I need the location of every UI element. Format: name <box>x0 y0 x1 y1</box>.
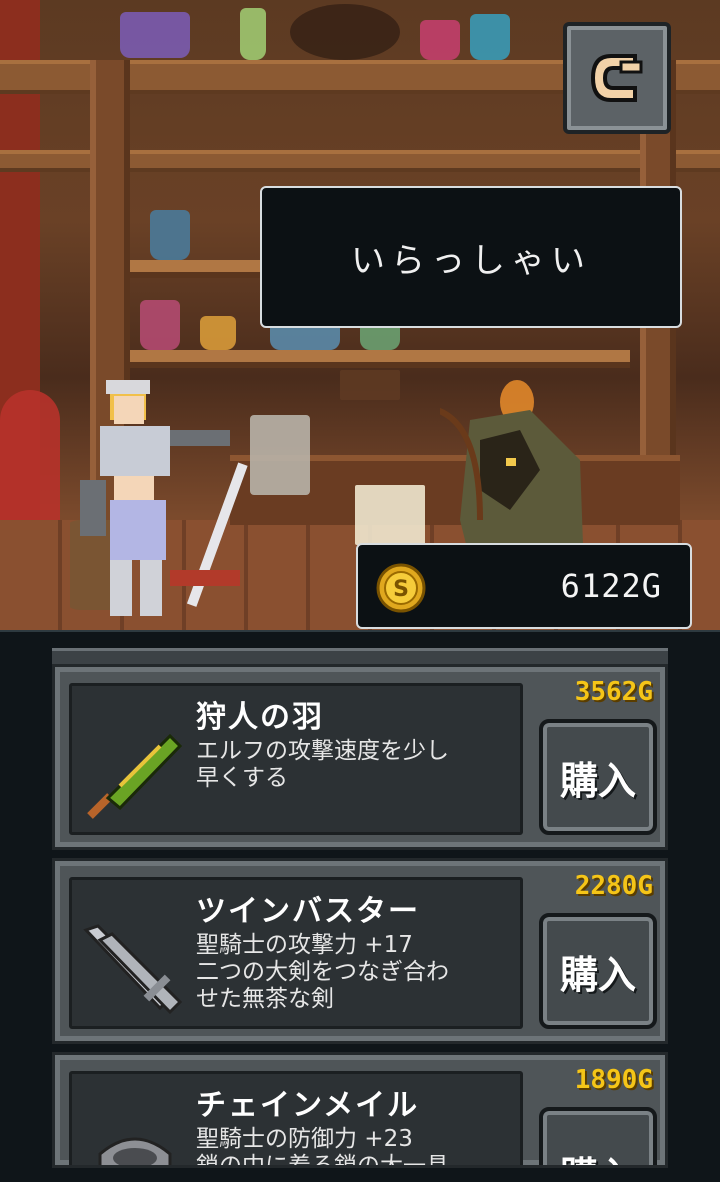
gold-coin-icon: S <box>376 563 426 613</box>
shelf <box>130 350 630 362</box>
item-desc-line: 聖騎士の防御力 +23 <box>196 1126 413 1152</box>
item-desc-line: 二つの大剣をつなぎ合わ <box>196 959 449 985</box>
buy-button[interactable]: 購入 <box>539 913 657 1029</box>
item-desc-line: 早くする <box>196 765 288 791</box>
list-frame-top <box>52 648 668 665</box>
shop-scene: いらっしゃい S 6122G <box>0 0 720 630</box>
shop-item: ツインバスター 聖騎士の攻撃力 +17 二つの大剣をつなぎ合わ せた無茶な剣 2… <box>52 858 668 1044</box>
item-price: 3562G <box>574 677 653 707</box>
potion-jar <box>240 8 266 60</box>
twin-sword-icon <box>83 924 183 1015</box>
buy-button[interactable]: 購入 <box>539 719 657 835</box>
item-desc-line: せた無茶な剣 <box>196 986 334 1012</box>
dialog-text: いらっしゃい <box>351 240 591 281</box>
item-price: 2280G <box>574 871 653 901</box>
shop-item: 狩人の羽 エルフの攻撃速度を少し 早くする 3562G 購入 <box>52 664 668 850</box>
item-info-panel: 狩人の羽 エルフの攻撃速度を少し 早くする <box>69 683 523 835</box>
potion-jar <box>120 12 190 58</box>
exit-button[interactable] <box>563 22 671 134</box>
item-desc-line: 鎖の中に着る鎖の大一具 <box>196 1153 449 1168</box>
item-description: 聖騎士の攻撃力 +17 二つの大剣をつなぎ合わ せた無茶な剣 <box>196 932 512 1013</box>
item-price: 1890G <box>574 1065 653 1095</box>
potion-jar <box>420 20 460 60</box>
item-description: 聖騎士の防御力 +23 鎖の中に着る鎖の大一具 <box>196 1126 512 1168</box>
feather-icon <box>87 733 183 819</box>
item-info-panel: チェインメイル 聖騎士の防御力 +23 鎖の中に着る鎖の大一具 <box>69 1071 523 1168</box>
shop-item: チェインメイル 聖騎士の防御力 +23 鎖の中に着る鎖の大一具 1890G 購入 <box>52 1052 668 1168</box>
buy-button[interactable]: 購入 <box>539 1107 657 1165</box>
svg-text:S: S <box>393 577 409 602</box>
item-name: チェインメイル <box>196 1088 420 1123</box>
red-vase <box>0 390 60 530</box>
item-name: ツインバスター <box>196 894 420 929</box>
buy-button-label: 購入 <box>560 1145 636 1165</box>
potion-jar <box>200 316 236 350</box>
chainmail-icon <box>98 1137 172 1165</box>
gold-display: S 6122G <box>356 543 692 629</box>
price-sign <box>355 485 425 545</box>
speech-dialog: いらっしゃい <box>260 186 682 328</box>
item-desc-line: 聖騎士の攻撃力 +17 <box>196 932 413 958</box>
sale-sign <box>340 370 400 400</box>
potion-jar <box>150 210 190 260</box>
buy-button-label: 購入 <box>559 758 636 803</box>
exit-arrow-icon <box>590 54 643 102</box>
cauldron <box>290 4 400 60</box>
buy-button-label: 購入 <box>559 952 636 997</box>
item-name: 狩人の羽 <box>196 700 324 735</box>
item-info-panel: ツインバスター 聖騎士の攻撃力 +17 二つの大剣をつなぎ合わ せた無茶な剣 <box>69 877 523 1029</box>
knight-character <box>70 380 248 616</box>
potion-jar <box>470 14 510 60</box>
shelf <box>130 260 270 272</box>
item-desc-line: エルフの攻撃速度を少し <box>196 738 449 764</box>
gold-amount: 6122G <box>560 567 662 605</box>
item-description: エルフの攻撃速度を少し 早くする <box>196 738 512 792</box>
potion-jar <box>140 300 180 350</box>
